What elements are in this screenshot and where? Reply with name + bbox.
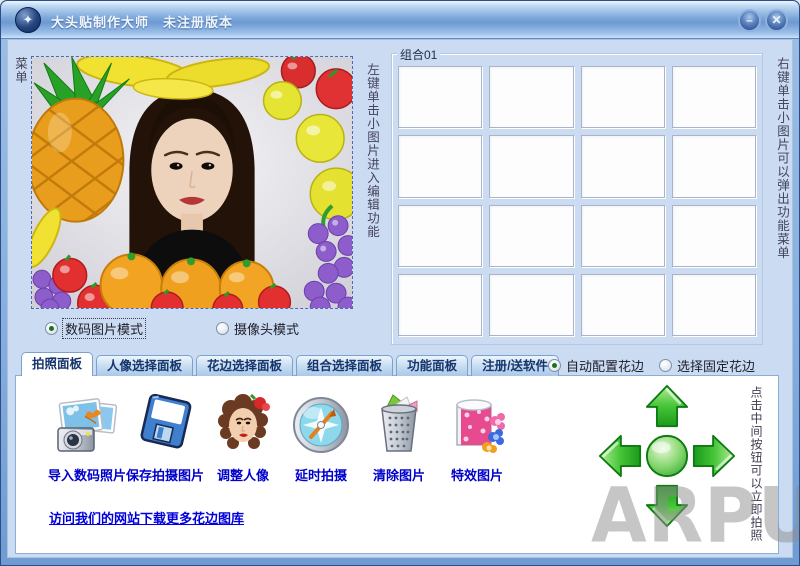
tab-bar: 拍照面板 人像选择面板 花边选择面板 组合选择面板 功能面板 注册/送软件	[21, 352, 559, 376]
right-instruction-text: 右键单击小图片可以弹出功能菜单	[772, 57, 792, 287]
fixed-border-label[interactable]: 选择固定花边	[677, 356, 755, 375]
title-bar: ✦ 大头贴制作大师 未注册版本 – ✕	[1, 1, 799, 39]
thumbnail-cell[interactable]	[398, 274, 482, 336]
thumbnail-cell[interactable]	[489, 205, 573, 267]
arrow-left-button[interactable]	[598, 434, 642, 478]
thumbnail-grid	[398, 66, 756, 336]
camera-photo-icon	[55, 393, 119, 457]
tab-function-panel[interactable]: 功能面板	[396, 355, 468, 376]
save-image-button[interactable]: 保存拍摄图片	[126, 393, 204, 484]
close-button[interactable]: ✕	[765, 9, 788, 32]
portrait-icon	[211, 393, 275, 457]
auto-border-radio[interactable]	[548, 359, 561, 372]
border-radio-row: 自动配置花边	[548, 356, 644, 375]
mode-radio-row: 数码图片模式	[45, 319, 145, 338]
thumbnail-cell[interactable]	[581, 66, 665, 128]
trash-icon	[367, 393, 431, 457]
tab-border-select-panel[interactable]: 花边选择面板	[196, 355, 293, 376]
window-subtitle: 未注册版本	[163, 12, 233, 31]
tab-register-panel[interactable]: 注册/送软件	[471, 355, 559, 376]
import-photos-button[interactable]: 导入数码照片	[48, 393, 126, 484]
tab-portrait-select-panel[interactable]: 人像选择面板	[96, 355, 193, 376]
digital-photo-mode-label[interactable]: 数码图片模式	[63, 319, 145, 338]
thumbnail-cell[interactable]	[672, 274, 756, 336]
camera-mode-label[interactable]: 摄像头模式	[234, 319, 299, 338]
tool-label: 清除图片	[373, 465, 425, 484]
tab-photo-panel[interactable]: 拍照面板	[21, 352, 93, 376]
thumbnail-cell[interactable]	[672, 205, 756, 267]
app-window: ✦ 大头贴制作大师 未注册版本 – ✕ 左键可以移动和缩放人物照片,右键弹出菜单…	[0, 0, 800, 566]
arrow-down-button[interactable]	[645, 484, 689, 528]
tool-label: 延时拍摄	[295, 465, 347, 484]
auto-border-label[interactable]: 自动配置花边	[566, 356, 644, 375]
fixed-border-radio[interactable]	[659, 359, 672, 372]
camera-mode-radio[interactable]	[216, 322, 229, 335]
effects-bucket-icon	[445, 393, 509, 457]
window-title: 大头贴制作大师	[51, 12, 149, 31]
tool-label: 调整人像	[217, 465, 269, 484]
thumbnail-cell[interactable]	[581, 135, 665, 197]
capture-hint-text: 点击中间按钮可以立即拍照	[747, 386, 765, 542]
arrow-right-button[interactable]	[692, 434, 736, 478]
middle-instruction-text: 左键单击小图片进入编辑功能	[362, 63, 382, 263]
border-radio-row: 选择固定花边	[659, 356, 755, 375]
thumbnail-cell[interactable]	[398, 135, 482, 197]
thumbnail-cell[interactable]	[581, 205, 665, 267]
combination-groupbox: 组合01	[391, 53, 763, 345]
tool-buttons-row: 导入数码照片 保存拍摄图片	[48, 393, 516, 484]
digital-photo-mode-radio[interactable]	[45, 322, 58, 335]
timer-capture-button[interactable]: 延时拍摄	[282, 393, 360, 484]
floppy-disk-icon	[133, 393, 197, 457]
effects-images-button[interactable]: 特效图片	[438, 393, 516, 484]
capture-center-button[interactable]	[644, 433, 690, 479]
thumbnail-cell[interactable]	[489, 135, 573, 197]
thumbnail-cell[interactable]	[489, 66, 573, 128]
combination-groupbox-title: 组合01	[397, 46, 440, 63]
tool-label: 特效图片	[451, 465, 503, 484]
arrow-pad	[598, 384, 736, 528]
thumbnail-cell[interactable]	[398, 205, 482, 267]
tool-label: 保存拍摄图片	[126, 465, 204, 484]
thumbnail-cell[interactable]	[672, 135, 756, 197]
tab-combination-select-panel[interactable]: 组合选择面板	[296, 355, 393, 376]
photo-preview[interactable]	[31, 56, 353, 309]
adjust-portrait-button[interactable]: 调整人像	[204, 393, 282, 484]
arrow-up-button[interactable]	[645, 384, 689, 428]
thumbnail-cell[interactable]	[581, 274, 665, 336]
thumbnail-cell[interactable]	[672, 66, 756, 128]
website-download-link[interactable]: 访问我们的网站下载更多花边图库	[49, 508, 244, 527]
photo-fruit-frame-image	[32, 57, 352, 308]
clear-images-button[interactable]: 清除图片	[360, 393, 438, 484]
timer-compass-icon	[289, 393, 353, 457]
minimize-button[interactable]: –	[738, 9, 761, 32]
thumbnail-cell[interactable]	[398, 66, 482, 128]
mode-radio-row: 摄像头模式	[216, 319, 299, 338]
tool-label: 导入数码照片	[48, 465, 126, 484]
app-icon[interactable]: ✦	[15, 7, 41, 33]
thumbnail-cell[interactable]	[489, 274, 573, 336]
